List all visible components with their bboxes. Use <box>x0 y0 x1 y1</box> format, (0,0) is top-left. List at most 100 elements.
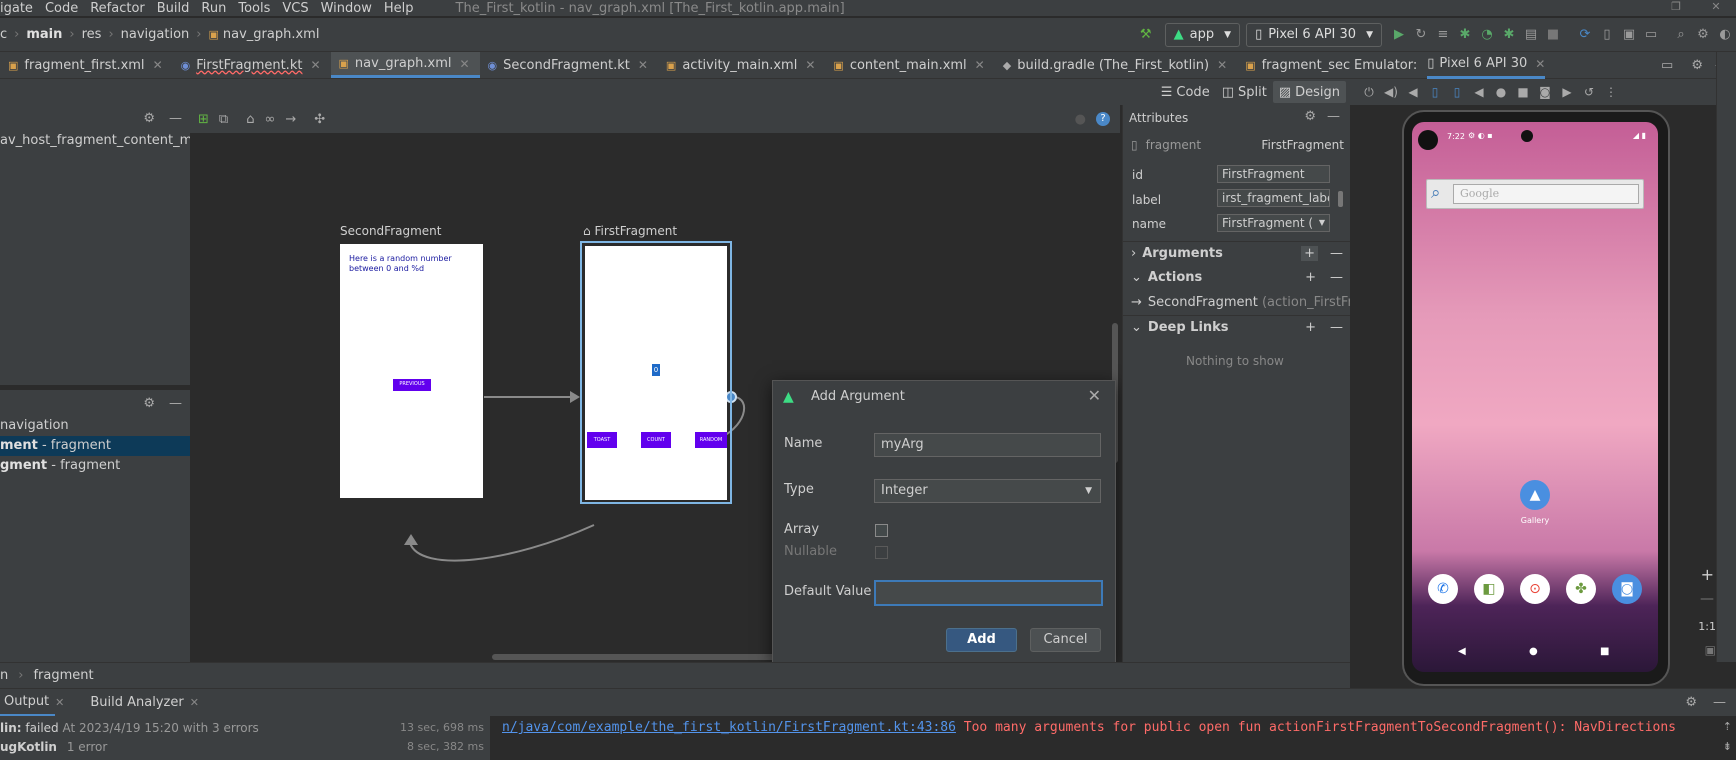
close-tab-icon[interactable]: ✕ <box>1217 58 1227 72</box>
zoom-actual-label[interactable]: 1:1 <box>1698 620 1716 633</box>
split-mode-button[interactable]: ◫ Split <box>1216 81 1273 103</box>
run-config-select[interactable]: ▲ app ▼ <box>1164 22 1241 47</box>
remove-icon[interactable]: — <box>1330 246 1343 261</box>
minimize-icon[interactable]: — <box>1327 109 1340 124</box>
second-fragment-label[interactable]: SecondFragment <box>340 224 441 238</box>
close-tab-icon[interactable]: ✕ <box>310 58 320 72</box>
menu-code[interactable]: Code <box>45 1 78 16</box>
close-tab-icon[interactable]: ✕ <box>975 58 985 72</box>
arguments-section[interactable]: › Arguments + — <box>1123 241 1351 265</box>
breadcrumb-main[interactable]: main <box>26 27 62 42</box>
settings-icon[interactable]: ⚙ <box>1692 24 1714 46</box>
apply-changes-icon[interactable]: ≡ <box>1432 24 1454 46</box>
menu-tools[interactable]: Tools <box>238 1 270 16</box>
volume-up-icon[interactable]: ◀) <box>1380 85 1402 99</box>
coverage-icon[interactable]: ▤ <box>1520 24 1542 46</box>
close-tab-icon[interactable]: ✕ <box>153 58 163 72</box>
sdk-manager-icon[interactable]: ▣ <box>1618 24 1640 46</box>
cancel-button[interactable]: Cancel <box>1030 628 1101 652</box>
rotate-left-icon[interactable]: ▯ <box>1424 85 1446 99</box>
breadcrumb-nav-graph[interactable]: ▣ nav_graph.xml <box>208 27 319 42</box>
close-tab-icon[interactable]: ✕ <box>55 696 64 709</box>
tab-build-gradle[interactable]: ◆ build.gradle (The_First_kotlin) ✕ <box>995 52 1237 78</box>
restore-window-icon[interactable]: ❐ <box>1656 0 1696 16</box>
settings-icon[interactable]: ⚙ <box>143 396 155 411</box>
more-icon[interactable]: ⋮ <box>1600 85 1622 99</box>
add-icon[interactable]: + <box>1305 320 1316 335</box>
second-fragment-preview[interactable]: Here is a random number between 0 and %d… <box>340 244 483 498</box>
zoom-out-icon[interactable]: — <box>1700 591 1714 607</box>
array-checkbox[interactable] <box>875 524 888 537</box>
close-tab-icon[interactable]: ✕ <box>1535 57 1545 71</box>
minimize-icon[interactable]: — <box>169 396 182 411</box>
phone-app-icon[interactable]: ✆ <box>1428 574 1458 604</box>
camera-app-icon[interactable]: ◙ <box>1612 574 1642 604</box>
volume-down-icon[interactable]: ◀ <box>1402 85 1424 99</box>
auto-arrange-icon[interactable]: ✣ <box>314 112 325 127</box>
device-select[interactable]: ▯ Pixel 6 API 30 ▼ <box>1246 22 1382 47</box>
host-item[interactable]: av_host_fragment_content_main) <box>0 131 217 151</box>
remove-icon[interactable]: — <box>1330 270 1343 285</box>
menu-build[interactable]: Build <box>157 1 190 16</box>
return-arrow[interactable] <box>409 524 595 562</box>
tab-fragment-first-xml[interactable]: ▣ fragment_first.xml ✕ <box>0 52 173 78</box>
search-icon[interactable]: ⌕ <box>1670 24 1692 46</box>
tab-secondfragment-kt[interactable]: ◉ SecondFragment.kt ✕ <box>480 52 658 78</box>
id-field[interactable]: FirstFragment <box>1217 165 1330 183</box>
error-file-link[interactable]: n/java/com/example/the_first_kotlin/Firs… <box>502 720 956 735</box>
home-icon[interactable]: ⌂ <box>246 112 254 127</box>
google-search-input[interactable]: Google <box>1453 184 1639 204</box>
menu-navigate[interactable]: igate <box>0 1 33 16</box>
minimize-icon[interactable]: — <box>1713 695 1726 710</box>
soft-wrap-icon[interactable]: ⇟ <box>1723 740 1732 753</box>
action-icon[interactable]: → <box>285 112 296 127</box>
nav-back-icon[interactable]: ◀ <box>1458 646 1466 657</box>
rerun-icon[interactable]: ↻ <box>1410 24 1432 46</box>
tab-firstfragment-kt[interactable]: ◉ FirstFragment.kt ✕ <box>173 52 331 78</box>
zoom-in-icon[interactable]: + <box>1701 565 1714 584</box>
record-icon[interactable]: ▶ <box>1556 85 1578 99</box>
build-status-row[interactable]: lin: failed At 2023/4/19 15:20 with 3 er… <box>0 721 259 735</box>
tree-item-firstfragment[interactable]: ment - fragment <box>0 436 190 456</box>
attributes-scrollbar[interactable] <box>1338 191 1343 207</box>
screenshot-icon[interactable]: ◙ <box>1534 85 1556 99</box>
profile-icon[interactable]: ◔ <box>1476 24 1498 46</box>
run-icon[interactable]: ▶ <box>1388 24 1410 46</box>
design-mode-button[interactable]: ▨ Design <box>1272 81 1346 103</box>
minimize-icon[interactable]: — <box>169 111 182 126</box>
name-field[interactable]: myArg <box>874 433 1101 457</box>
store-app-icon[interactable]: ◧ <box>1474 574 1504 604</box>
phone-screen[interactable]: 7:22 ⚙ ◐ ▪ ◢ ▮ ⌕ Google ▲ Gallery ✆ ◧ ⊙ … <box>1412 122 1658 672</box>
device-manager-icon[interactable]: ▯ <box>1596 24 1618 46</box>
nav-recents-icon[interactable]: ■ <box>1600 646 1609 657</box>
deep-link-icon[interactable]: ∞ <box>264 112 275 127</box>
add-argument-icon[interactable]: + <box>1301 246 1318 261</box>
gallery-app-icon[interactable]: ▲ <box>1520 480 1550 510</box>
back-icon[interactable]: ◀ <box>1468 85 1490 99</box>
action-item[interactable]: → SecondFragment (action_FirstFrag <box>1131 295 1369 310</box>
rotate-right-icon[interactable]: ▯ <box>1446 85 1468 99</box>
menu-refactor[interactable]: Refactor <box>90 1 145 16</box>
account-icon[interactable]: ◐ <box>1714 24 1736 46</box>
overview-icon[interactable]: ■ <box>1512 85 1534 99</box>
breadcrumb-navigation[interactable]: n <box>0 668 8 683</box>
tab-nav-graph-xml[interactable]: ▣ nav_graph.xml ✕ <box>330 52 480 78</box>
first-fragment-preview[interactable]: 0 TOAST COUNT RANDOM <box>585 246 727 500</box>
android-app-icon[interactable]: ✤ <box>1566 574 1596 604</box>
zoom-fit-icon[interactable]: ▣ <box>1705 643 1716 657</box>
tree-item-secondfragment[interactable]: gment - fragment <box>0 456 190 476</box>
new-destination-icon[interactable]: ⊞ <box>198 112 209 127</box>
avd-icon[interactable]: ▭ <box>1640 24 1662 46</box>
close-tab-icon[interactable]: ✕ <box>638 58 648 72</box>
nested-graph-icon[interactable]: ⧉ <box>219 112 228 127</box>
hammer-icon[interactable]: ⚒ <box>1135 24 1157 46</box>
code-mode-button[interactable]: ☰ Code <box>1155 81 1216 103</box>
build-error-line[interactable]: n/java/com/example/the_first_kotlin/Firs… <box>502 720 1676 735</box>
close-tab-icon[interactable]: ✕ <box>805 58 815 72</box>
maps-app-icon[interactable]: ⊙ <box>1520 574 1550 604</box>
close-tab-icon[interactable]: ✕ <box>190 696 199 709</box>
emulator-device-tab[interactable]: ▯ Pixel 6 API 30 ✕ <box>1427 52 1546 79</box>
breadcrumb-src[interactable]: c <box>0 27 7 42</box>
actions-section[interactable]: ⌄ Actions + — <box>1123 265 1351 289</box>
type-select[interactable]: Integer ▼ <box>874 479 1101 503</box>
